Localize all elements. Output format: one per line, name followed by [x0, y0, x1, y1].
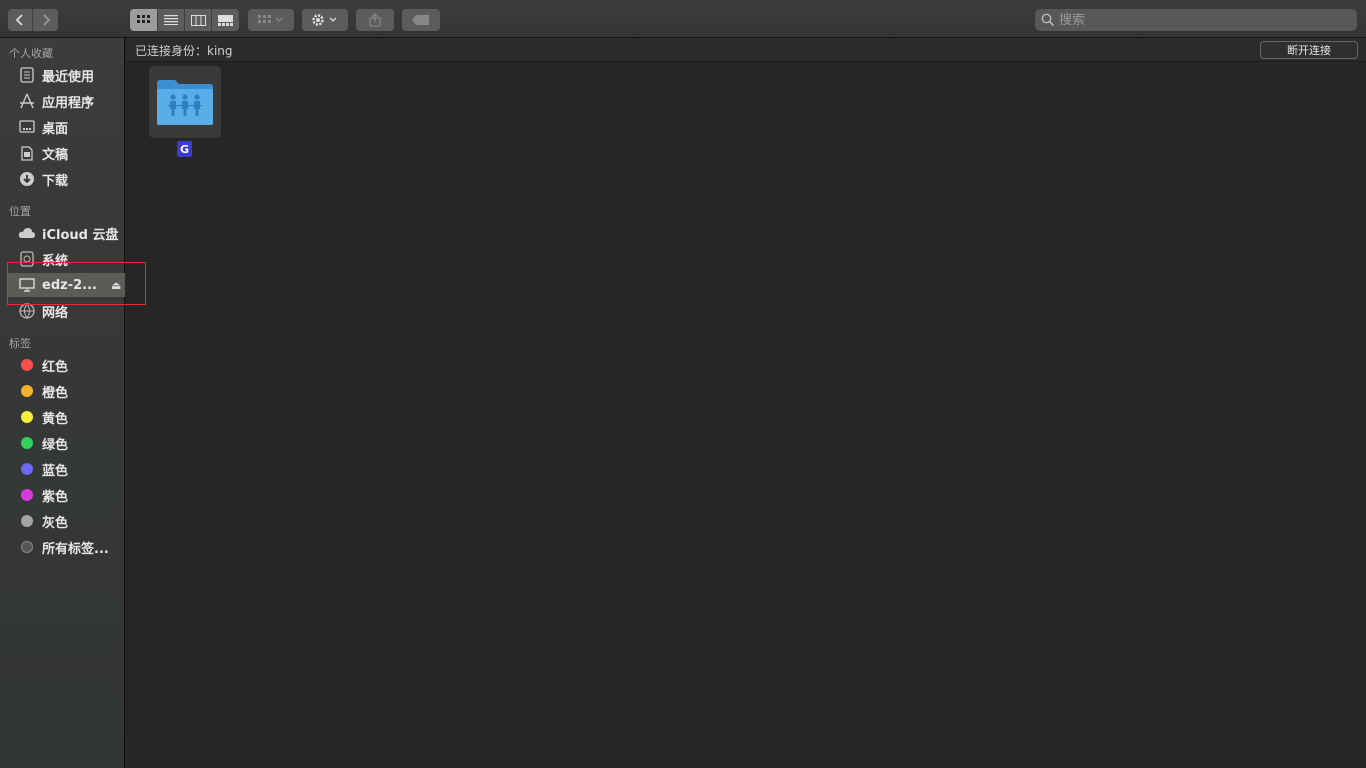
sidebar-item-label: 黄色 — [42, 411, 69, 427]
sidebar-item-downloads[interactable]: 下载 — [18, 167, 68, 191]
sidebar-item-label: 所有标签... — [42, 541, 109, 557]
sidebar-item-tag-red[interactable]: 红色 — [18, 353, 68, 377]
icon-view-button[interactable] — [130, 9, 158, 31]
sidebar-item-label: 紫色 — [42, 489, 69, 505]
sidebar-item-desktop[interactable]: 桌面 — [18, 115, 68, 139]
search-field[interactable] — [1035, 9, 1357, 31]
chevron-left-icon — [15, 14, 23, 26]
tag-dot-icon — [18, 460, 36, 478]
gear-icon — [312, 14, 337, 26]
recents-icon — [18, 66, 36, 84]
sidebar-item-tag-yellow[interactable]: 黄色 — [18, 405, 68, 429]
tag-dot-icon — [18, 486, 36, 504]
chevron-right-icon — [42, 14, 50, 26]
applications-icon — [18, 92, 36, 110]
tag-dot-icon — [18, 434, 36, 452]
sidebar: 个人收藏 最近使用 应用程序 桌面 文稿 下载 位置 iCloud 云盘 系统 … — [0, 38, 125, 768]
group-grid-icon — [258, 15, 283, 23]
sidebar-item-tag-orange[interactable]: 橙色 — [18, 379, 68, 403]
tag-dot-icon — [18, 382, 36, 400]
back-button[interactable] — [8, 9, 33, 31]
sidebar-item-label: iCloud 云盘 — [42, 227, 119, 243]
column-view-button[interactable] — [185, 9, 212, 31]
sidebar-item-label: 橙色 — [42, 385, 69, 401]
list-icon — [164, 15, 178, 25]
sidebar-item-tag-blue[interactable]: 蓝色 — [18, 457, 68, 481]
group-by-button[interactable] — [248, 9, 294, 31]
columns-icon — [190, 14, 206, 26]
sidebar-item-all-tags[interactable]: 所有标签... — [18, 535, 109, 559]
sidebar-item-icloud[interactable]: iCloud 云盘 — [18, 221, 118, 245]
forward-button[interactable] — [33, 9, 58, 31]
connection-status: 已连接身份：king — [135, 44, 233, 58]
sidebar-item-label: 蓝色 — [42, 463, 69, 479]
sidebar-item-tag-green[interactable]: 绿色 — [18, 431, 68, 455]
nav-buttons — [8, 9, 58, 31]
tag-dot-icon — [18, 356, 36, 374]
sidebar-item-label: 下载 — [42, 173, 69, 189]
action-menu-button[interactable] — [302, 9, 348, 31]
gallery-icon — [218, 14, 233, 26]
locations-section-title: 位置 — [9, 205, 31, 218]
sidebar-item-label: 桌面 — [42, 121, 69, 137]
disconnect-button[interactable]: 断开连接 — [1260, 41, 1358, 59]
gallery-view-button[interactable] — [212, 9, 239, 31]
documents-icon — [18, 144, 36, 162]
grid-icon — [136, 15, 150, 23]
connection-bar: 已连接身份：king 断开连接 — [126, 38, 1366, 62]
folder-label[interactable]: G — [177, 141, 192, 157]
sidebar-item-documents[interactable]: 文稿 — [18, 141, 68, 165]
highlight-box — [7, 262, 146, 305]
sidebar-item-label: 灰色 — [42, 515, 69, 531]
view-mode-control — [130, 9, 239, 31]
sidebar-item-applications[interactable]: 应用程序 — [18, 89, 94, 113]
tag-button[interactable] — [402, 9, 440, 31]
tag-icon — [412, 15, 429, 25]
search-icon — [1041, 13, 1055, 27]
tags-section-title: 标签 — [9, 337, 31, 350]
sidebar-item-label: 应用程序 — [42, 95, 95, 111]
desktop-icon — [18, 118, 36, 136]
sidebar-item-tag-gray[interactable]: 灰色 — [18, 509, 68, 533]
cloud-icon — [18, 224, 36, 242]
favorites-section-title: 个人收藏 — [9, 47, 53, 60]
downloads-icon — [18, 170, 36, 188]
shared-folder-icon — [157, 80, 213, 125]
sidebar-item-label: 红色 — [42, 359, 69, 375]
share-icon — [369, 13, 381, 27]
toolbar — [0, 0, 1366, 38]
list-view-button[interactable] — [158, 9, 185, 31]
sidebar-item-recents[interactable]: 最近使用 — [18, 63, 94, 87]
shared-folder-item[interactable] — [149, 66, 221, 138]
sidebar-item-tag-purple[interactable]: 紫色 — [18, 483, 68, 507]
tag-dot-icon — [18, 512, 36, 530]
sidebar-item-label: 绿色 — [42, 437, 69, 453]
share-button[interactable] — [356, 9, 394, 31]
sidebar-item-label: 最近使用 — [42, 69, 95, 85]
sidebar-item-label: 文稿 — [42, 147, 69, 163]
all-tags-icon — [18, 538, 36, 556]
tag-dot-icon — [18, 408, 36, 426]
search-input[interactable] — [1059, 12, 1339, 28]
